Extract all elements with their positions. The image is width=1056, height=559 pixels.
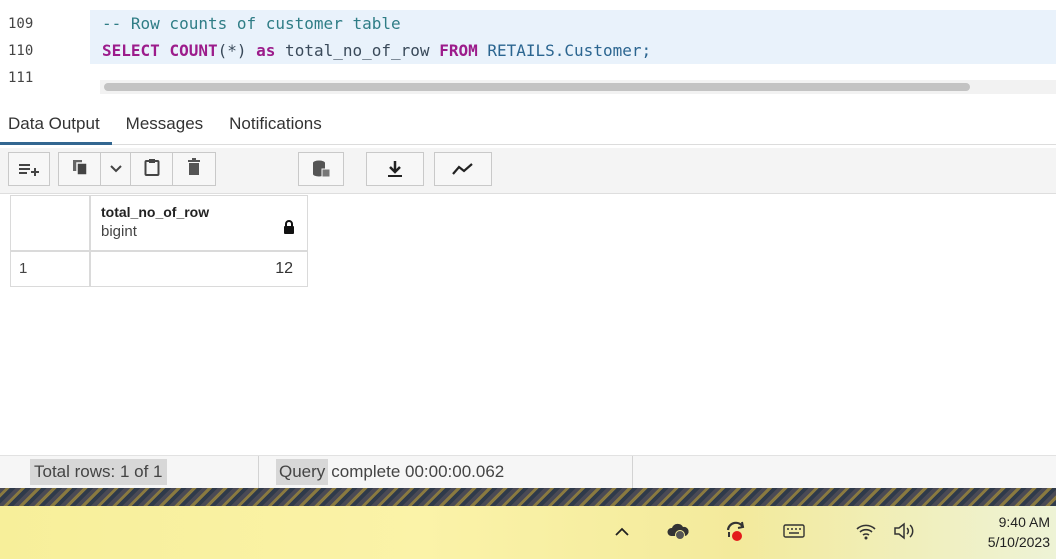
chevron-down-icon bbox=[109, 160, 122, 178]
chevron-up-icon bbox=[615, 524, 629, 542]
output-tabs: Data Output Messages Notifications bbox=[0, 103, 1056, 145]
status-bar: Total rows: 1 of 1 Query complete 00:00:… bbox=[0, 455, 1056, 489]
code-line-110[interactable]: 110 SELECT COUNT (*) as total_no_of_row F… bbox=[0, 37, 1056, 64]
paste-button[interactable] bbox=[131, 153, 173, 185]
column-type: bigint bbox=[101, 223, 137, 240]
code-text[interactable]: SELECT COUNT (*) as total_no_of_row FROM … bbox=[90, 37, 1056, 64]
line-number: 110 bbox=[8, 42, 34, 59]
desktop-wallpaper-strip bbox=[0, 488, 1056, 506]
volume-tray-button[interactable] bbox=[890, 520, 918, 546]
sql-alias: total_no_of_row bbox=[275, 41, 440, 60]
sql-editor[interactable]: 109 -- Row counts of customer table 110 … bbox=[0, 0, 1056, 100]
row-number[interactable]: 1 bbox=[10, 251, 90, 287]
status-divider bbox=[632, 456, 633, 489]
tab-notifications[interactable]: Notifications bbox=[221, 114, 334, 144]
show-hidden-icons-button[interactable] bbox=[608, 520, 636, 546]
save-data-icon bbox=[311, 160, 331, 178]
query-status-word: Query bbox=[276, 459, 329, 485]
windows-taskbar: 9:40 AM 5/10/2023 bbox=[0, 506, 1056, 559]
keyboard-icon bbox=[783, 523, 805, 543]
sql-comment: -- Row counts of customer table bbox=[102, 14, 401, 33]
sql-keyword-from: FROM bbox=[439, 41, 478, 60]
status-divider bbox=[258, 456, 259, 489]
column-name: total_no_of_row bbox=[101, 204, 210, 220]
system-clock[interactable]: 9:40 AM 5/10/2023 bbox=[988, 512, 1050, 552]
code-line-109[interactable]: 109 -- Row counts of customer table bbox=[0, 10, 1056, 37]
graph-visualiser-button[interactable] bbox=[434, 152, 492, 186]
clock-date: 5/10/2023 bbox=[987, 534, 1050, 550]
sql-keyword-select: SELECT bbox=[102, 41, 160, 60]
scrollbar-thumb[interactable] bbox=[104, 83, 970, 91]
column-header-total-no-of-row[interactable]: total_no_of_row bigint bbox=[90, 195, 308, 251]
sql-keyword-count: COUNT bbox=[169, 41, 218, 60]
query-status: Query complete 00:00:00.062 bbox=[276, 459, 507, 485]
sync-tray-button[interactable] bbox=[722, 520, 750, 546]
lock-icon bbox=[283, 220, 295, 239]
onedrive-tray-button[interactable] bbox=[664, 520, 692, 546]
row-number-header bbox=[10, 195, 90, 251]
line-number: 109 bbox=[8, 15, 34, 32]
copy-options-dropdown[interactable] bbox=[101, 153, 131, 185]
graph-icon bbox=[452, 162, 474, 176]
line-number: 111 bbox=[8, 69, 34, 86]
add-row-button[interactable] bbox=[8, 152, 50, 186]
delete-icon bbox=[187, 157, 201, 181]
query-status-text: complete 00:00:00.062 bbox=[331, 462, 505, 481]
volume-icon bbox=[893, 521, 915, 545]
horizontal-scrollbar[interactable] bbox=[100, 80, 1056, 94]
delete-button[interactable] bbox=[173, 153, 215, 185]
sync-icon bbox=[724, 520, 748, 547]
add-row-icon bbox=[18, 161, 40, 177]
total-rows-status: Total rows: 1 of 1 bbox=[30, 459, 167, 485]
wifi-icon bbox=[855, 522, 877, 545]
download-icon bbox=[387, 160, 403, 178]
copy-paste-group bbox=[58, 152, 216, 186]
sql-keyword-as: as bbox=[256, 41, 276, 60]
clock-time: 9:40 AM bbox=[998, 514, 1050, 530]
cell-value[interactable]: 12 bbox=[90, 251, 308, 287]
wifi-tray-button[interactable] bbox=[852, 520, 880, 546]
onedrive-icon bbox=[666, 522, 690, 545]
paste-icon bbox=[144, 158, 160, 181]
copy-button[interactable] bbox=[59, 153, 101, 185]
sql-count-arg: (*) bbox=[217, 41, 247, 60]
tab-messages[interactable]: Messages bbox=[118, 114, 215, 144]
data-output-toolbar bbox=[0, 148, 1056, 194]
save-data-button[interactable] bbox=[298, 152, 344, 186]
sql-table-name: RETAILS.Customer; bbox=[477, 41, 652, 60]
tab-data-output[interactable]: Data Output bbox=[0, 114, 112, 145]
download-button[interactable] bbox=[366, 152, 424, 186]
touch-keyboard-button[interactable] bbox=[780, 520, 808, 546]
code-text[interactable]: -- Row counts of customer table bbox=[90, 10, 1056, 37]
copy-icon bbox=[71, 158, 89, 181]
